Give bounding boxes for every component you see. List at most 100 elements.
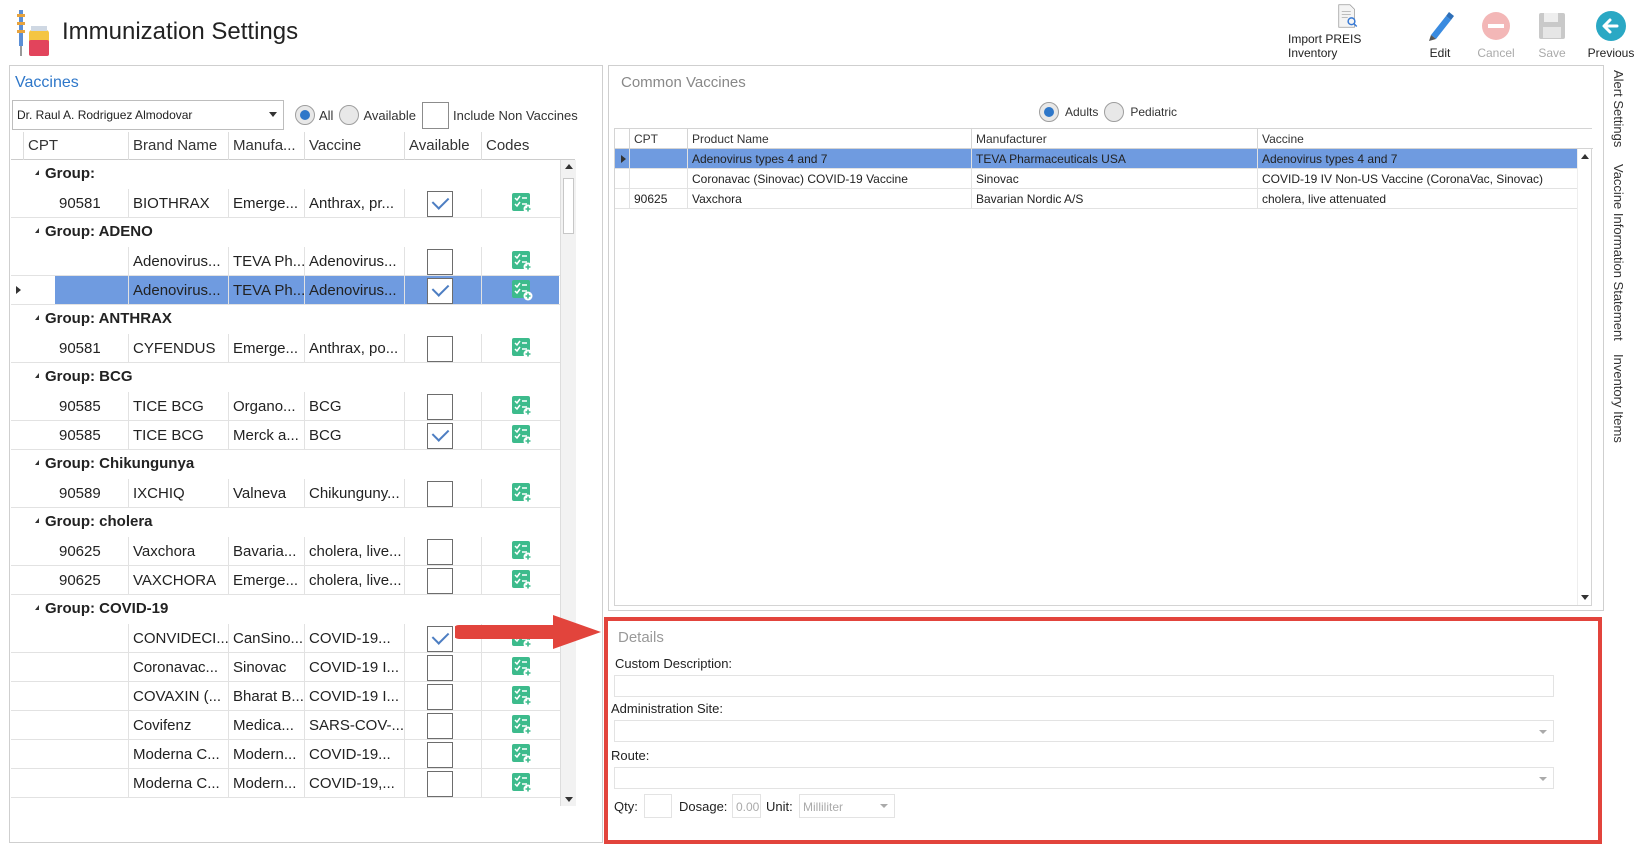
available-checkbox[interactable] xyxy=(427,771,453,797)
filter-available-radio[interactable] xyxy=(339,105,360,125)
collapse-triangle-icon[interactable] xyxy=(35,518,39,523)
cancel-button[interactable]: Cancel xyxy=(1468,4,1524,60)
cell-brand-name: BIOTHRAX xyxy=(128,189,228,217)
group-header-row[interactable]: Group: cholera xyxy=(11,508,575,537)
include-non-vaccines-checkbox[interactable] xyxy=(421,101,449,129)
codes-list-icon[interactable] xyxy=(511,772,533,794)
codes-list-icon[interactable] xyxy=(511,569,533,591)
collapse-triangle-icon[interactable] xyxy=(35,228,39,233)
table-row[interactable]: 90585 TICE BCG Organo... BCG xyxy=(11,392,575,421)
available-checkbox[interactable] xyxy=(427,626,453,652)
column-header-vaccine[interactable]: Vaccine xyxy=(1257,129,1579,149)
available-checkbox[interactable] xyxy=(427,684,453,710)
table-row[interactable]: 90589 IXCHIQ Valneva Chikunguny... xyxy=(11,479,575,508)
save-button[interactable]: Save xyxy=(1524,4,1580,60)
provider-dropdown[interactable]: Dr. Raul A. Rodriguez Almodovar xyxy=(12,100,284,130)
codes-list-icon[interactable] xyxy=(511,337,533,359)
qty-field[interactable] xyxy=(644,794,672,818)
group-header-row[interactable]: Group: Chikungunya xyxy=(11,450,575,479)
collapse-triangle-icon[interactable] xyxy=(35,460,39,465)
column-header-manufacturer[interactable]: Manufacturer xyxy=(971,129,1257,149)
codes-list-icon[interactable] xyxy=(511,424,533,446)
table-row[interactable]: Coronavac (Sinovac) COVID-19 Vaccine Sino… xyxy=(615,169,1579,189)
available-checkbox[interactable] xyxy=(427,568,453,594)
table-row[interactable]: 90625 VAXCHORA Emerge... cholera, live... xyxy=(11,566,575,595)
table-row[interactable]: 90581 CYFENDUS Emerge... Anthrax, po... xyxy=(11,334,575,363)
collapse-triangle-icon[interactable] xyxy=(35,170,39,175)
collapse-triangle-icon[interactable] xyxy=(35,605,39,610)
column-header-manufacturer[interactable]: Manufa... xyxy=(228,132,304,160)
collapse-triangle-icon[interactable] xyxy=(35,373,39,378)
column-header-codes[interactable]: Codes xyxy=(481,132,561,160)
table-row[interactable]: Adenovirus types 4 and 7 TEVA Pharmaceuti… xyxy=(615,149,1579,169)
codes-list-icon[interactable] xyxy=(511,685,533,707)
dosage-field[interactable]: 0.00 xyxy=(732,794,761,818)
available-checkbox[interactable] xyxy=(427,539,453,565)
filter-all-radio[interactable] xyxy=(295,105,315,125)
filter-pediatric-radio[interactable] xyxy=(1104,102,1125,122)
column-header-available[interactable]: Available xyxy=(404,132,481,160)
scroll-down-icon[interactable] xyxy=(1581,595,1589,600)
codes-list-icon[interactable] xyxy=(511,482,533,504)
codes-list-icon[interactable] xyxy=(511,743,533,765)
group-header-row[interactable]: Group: xyxy=(11,160,575,189)
scroll-up-icon[interactable] xyxy=(565,164,573,169)
table-row[interactable]: Adenovirus... TEVA Ph... Adenovirus... xyxy=(11,276,575,305)
column-header-vaccine[interactable]: Vaccine xyxy=(304,132,404,160)
table-row[interactable]: Covifenz Medica... SARS-COV-... xyxy=(11,711,575,740)
codes-list-icon[interactable] xyxy=(511,192,533,214)
available-checkbox[interactable] xyxy=(427,481,453,507)
previous-button[interactable]: Previous xyxy=(1580,4,1642,60)
vaccines-scrollbar[interactable] xyxy=(560,160,576,806)
available-checkbox[interactable] xyxy=(427,336,453,362)
group-header-row[interactable]: Group: ANTHRAX xyxy=(11,305,575,334)
table-row[interactable]: 90585 TICE BCG Merck a... BCG xyxy=(11,421,575,450)
codes-list-icon[interactable] xyxy=(511,540,533,562)
codes-list-icon[interactable] xyxy=(511,714,533,736)
available-checkbox[interactable] xyxy=(427,742,453,768)
codes-list-icon[interactable] xyxy=(511,250,533,272)
cell-vaccine: BCG xyxy=(304,421,404,449)
group-header-row[interactable]: Group: BCG xyxy=(11,363,575,392)
available-checkbox[interactable] xyxy=(427,249,453,275)
codes-list-icon[interactable] xyxy=(511,395,533,417)
collapse-triangle-icon[interactable] xyxy=(35,315,39,320)
table-row[interactable]: 90581 BIOTHRAX Emerge... Anthrax, pr... xyxy=(11,189,575,218)
custom-description-field[interactable] xyxy=(614,675,1554,697)
scroll-thumb[interactable] xyxy=(563,178,574,234)
tab-alert-settings[interactable]: Alert Settings xyxy=(1611,70,1626,147)
column-header-product-name[interactable]: Product Name xyxy=(687,129,971,149)
column-header-cpt[interactable]: CPT xyxy=(629,129,687,149)
available-checkbox[interactable] xyxy=(427,278,453,304)
tab-inventory-items[interactable]: Inventory Items xyxy=(1611,354,1626,443)
table-row[interactable]: Moderna C... Modern... COVID-19... xyxy=(11,740,575,769)
filter-adults-radio[interactable] xyxy=(1039,102,1059,122)
codes-list-icon[interactable] xyxy=(511,656,533,678)
scroll-up-icon[interactable] xyxy=(1581,154,1589,159)
edit-button[interactable]: Edit xyxy=(1412,4,1468,60)
column-header-brand-name[interactable]: Brand Name xyxy=(128,132,228,160)
codes-list-icon[interactable] xyxy=(511,279,533,301)
available-checkbox[interactable] xyxy=(427,191,453,217)
table-row[interactable]: Moderna C... Modern... COVID-19,... xyxy=(11,769,575,798)
route-dropdown[interactable] xyxy=(614,767,1554,789)
column-header-cpt[interactable]: CPT xyxy=(23,132,128,160)
available-checkbox[interactable] xyxy=(427,713,453,739)
table-row[interactable]: COVAXIN (... Bharat B... COVID-19 I... xyxy=(11,682,575,711)
import-preis-inventory-button[interactable]: Import PREIS Inventory xyxy=(1282,4,1412,60)
table-row[interactable]: Adenovirus... TEVA Ph... Adenovirus... xyxy=(11,247,575,276)
table-row[interactable]: Coronavac... Sinovac COVID-19 I... xyxy=(11,653,575,682)
available-checkbox[interactable] xyxy=(427,394,453,420)
common-vaccines-scrollbar[interactable] xyxy=(1577,149,1591,605)
table-row[interactable]: 90625 Vaxchora Bavaria... cholera, live... xyxy=(11,537,575,566)
group-header-row[interactable]: Group: ADENO xyxy=(11,218,575,247)
scroll-down-icon[interactable] xyxy=(565,797,573,802)
available-checkbox[interactable] xyxy=(427,655,453,681)
tab-vaccine-information-statement[interactable]: Vaccine Information Statement xyxy=(1611,164,1626,341)
table-row[interactable]: 90625 Vaxchora Bavarian Nordic A/S cholera,… xyxy=(615,189,1579,209)
unit-dropdown[interactable]: Milliliter xyxy=(799,794,895,818)
administration-site-dropdown[interactable] xyxy=(614,720,1554,742)
cell-cpt: 90585 xyxy=(59,398,101,415)
available-checkbox[interactable] xyxy=(427,423,453,449)
common-vaccines-filter: Adults Pediatric xyxy=(1039,100,1183,124)
